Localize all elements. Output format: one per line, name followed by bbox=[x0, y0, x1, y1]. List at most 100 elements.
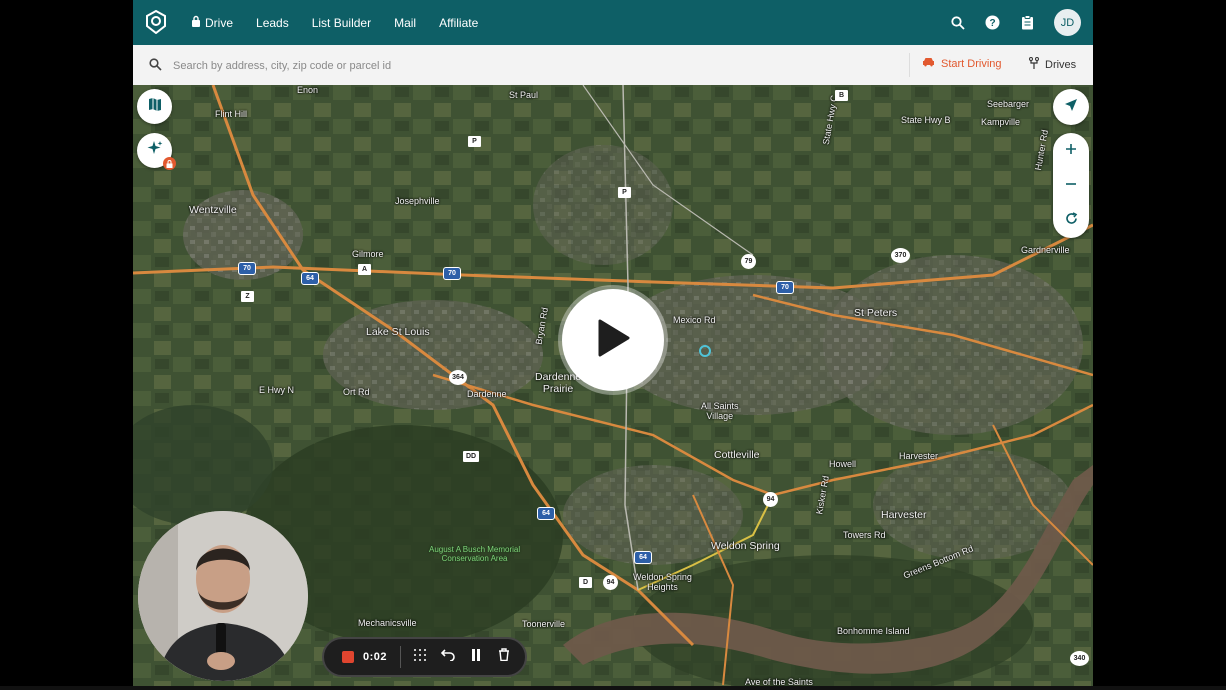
map-label: Harvester bbox=[899, 451, 939, 461]
trash-icon bbox=[498, 648, 510, 666]
map-label: Harvester bbox=[881, 509, 927, 521]
map-label: Mexico Rd bbox=[673, 315, 716, 325]
route-shield: 370 bbox=[891, 248, 910, 263]
map-label: Wentzville bbox=[189, 204, 237, 216]
svg-text:?: ? bbox=[989, 18, 995, 29]
map-label: Seebarger bbox=[987, 99, 1030, 109]
map-label: Howell bbox=[829, 459, 857, 469]
search-input[interactable] bbox=[171, 54, 875, 78]
map-label: Towers Rd bbox=[843, 530, 886, 540]
undo-icon bbox=[440, 648, 455, 666]
help-icon[interactable]: ? bbox=[984, 14, 1001, 31]
stop-recording-button[interactable] bbox=[342, 651, 354, 663]
minus-icon bbox=[1065, 177, 1077, 195]
route-shield: 364 bbox=[449, 370, 467, 385]
plus-icon bbox=[1065, 142, 1077, 160]
map-label: Mechanicsville bbox=[358, 618, 417, 628]
search-icon[interactable] bbox=[949, 14, 966, 31]
logo-icon[interactable] bbox=[145, 9, 167, 35]
map-label: Dardenne Prairie bbox=[535, 371, 582, 395]
nav-list-builder[interactable]: List Builder bbox=[312, 16, 371, 30]
map-label: Cottleville bbox=[714, 449, 760, 461]
map-label: Dardenne bbox=[467, 389, 507, 399]
route-shield: 70 bbox=[238, 262, 256, 275]
route-shield: 64 bbox=[537, 507, 555, 520]
route-shield: A bbox=[358, 264, 371, 275]
map-layers-button[interactable] bbox=[137, 89, 172, 124]
play-icon bbox=[596, 319, 630, 362]
map-label: St Paul bbox=[509, 90, 539, 100]
map-label: E Hwy N bbox=[259, 385, 295, 395]
zoom-in-button[interactable] bbox=[1053, 133, 1089, 168]
route-shield: 340 bbox=[1070, 651, 1089, 666]
play-button[interactable] bbox=[562, 289, 664, 391]
pause-icon bbox=[471, 648, 481, 666]
route-shield: D bbox=[579, 577, 592, 588]
map-label: Kampville bbox=[981, 117, 1021, 127]
grid-button[interactable] bbox=[411, 648, 429, 666]
map-label: State Hwy B bbox=[901, 115, 951, 125]
route-icon bbox=[1029, 57, 1039, 73]
route-shield: DD bbox=[463, 451, 479, 462]
grid-dots-icon bbox=[413, 648, 427, 667]
refresh-icon bbox=[1065, 211, 1078, 230]
map-label: Gilmore bbox=[352, 249, 384, 259]
nav-list-builder-label: List Builder bbox=[311, 15, 372, 30]
map-label: Ort Rd bbox=[343, 387, 370, 397]
recording-toolbar: 0:02 bbox=[322, 637, 527, 677]
sparkle-icon bbox=[147, 140, 163, 161]
lock-icon bbox=[163, 157, 176, 170]
route-shield: 79 bbox=[741, 254, 756, 269]
route-shield: 94 bbox=[603, 575, 618, 590]
drives-button[interactable]: Drives bbox=[1029, 57, 1076, 73]
route-shield: B bbox=[835, 90, 848, 101]
route-shield: P bbox=[618, 187, 631, 198]
nav-drive-label: Drive bbox=[205, 15, 234, 30]
navigation-arrow-icon bbox=[1064, 98, 1078, 117]
nav-affiliate[interactable]: Affiliate bbox=[439, 16, 478, 30]
locate-me-button[interactable] bbox=[1053, 89, 1089, 125]
lock-icon bbox=[191, 15, 201, 30]
avatar[interactable]: JD bbox=[1054, 9, 1081, 36]
drives-label: Drives bbox=[1045, 59, 1077, 71]
route-shield: 94 bbox=[763, 492, 778, 507]
divider bbox=[400, 646, 402, 668]
recording-timer: 0:02 bbox=[363, 651, 388, 663]
zoom-controls bbox=[1053, 133, 1089, 238]
map-label: Flint Hill bbox=[215, 109, 248, 119]
start-driving-label: Start Driving bbox=[941, 57, 1002, 70]
nav-mail-label: Mail bbox=[394, 15, 417, 30]
map-label: Toonerville bbox=[522, 619, 566, 629]
presenter-image bbox=[138, 511, 308, 681]
map-label: Enon bbox=[297, 85, 319, 95]
top-nav: Drive Leads List Builder Mail Affiliate … bbox=[133, 0, 1093, 45]
route-shield: P bbox=[468, 136, 481, 147]
clipboard-icon[interactable] bbox=[1019, 14, 1036, 31]
route-shield: 64 bbox=[634, 551, 652, 564]
start-driving-button[interactable]: Start Driving bbox=[922, 57, 1002, 70]
ai-tools-button[interactable] bbox=[137, 133, 176, 170]
map-label: Gardnerville bbox=[1021, 245, 1070, 255]
nav-drive[interactable]: Drive bbox=[191, 15, 233, 30]
refresh-button[interactable] bbox=[1053, 203, 1089, 238]
map-icon bbox=[148, 97, 162, 117]
map-label: August A Busch Memorial Conservation Are… bbox=[429, 545, 521, 563]
map-label: Weldon Spring Heights bbox=[633, 572, 692, 592]
search-bar: Start Driving Drives bbox=[133, 45, 1093, 86]
zoom-out-button[interactable] bbox=[1053, 168, 1089, 203]
route-shield: 64 bbox=[301, 272, 319, 285]
delete-button[interactable] bbox=[495, 648, 513, 666]
nav-leads[interactable]: Leads bbox=[256, 16, 289, 30]
app-frame: Drive Leads List Builder Mail Affiliate … bbox=[133, 0, 1093, 690]
nav-mail[interactable]: Mail bbox=[394, 16, 416, 30]
divider bbox=[909, 53, 910, 77]
pause-button[interactable] bbox=[467, 648, 485, 666]
webcam-overlay bbox=[138, 511, 308, 681]
nav-affiliate-label: Affiliate bbox=[439, 15, 479, 30]
car-icon bbox=[922, 57, 935, 70]
map-label: St Peters bbox=[854, 307, 898, 319]
undo-button[interactable] bbox=[439, 648, 457, 666]
nav-leads-label: Leads bbox=[256, 15, 289, 30]
map-label: All Saints Village bbox=[701, 401, 739, 421]
route-shield: Z bbox=[241, 291, 254, 302]
